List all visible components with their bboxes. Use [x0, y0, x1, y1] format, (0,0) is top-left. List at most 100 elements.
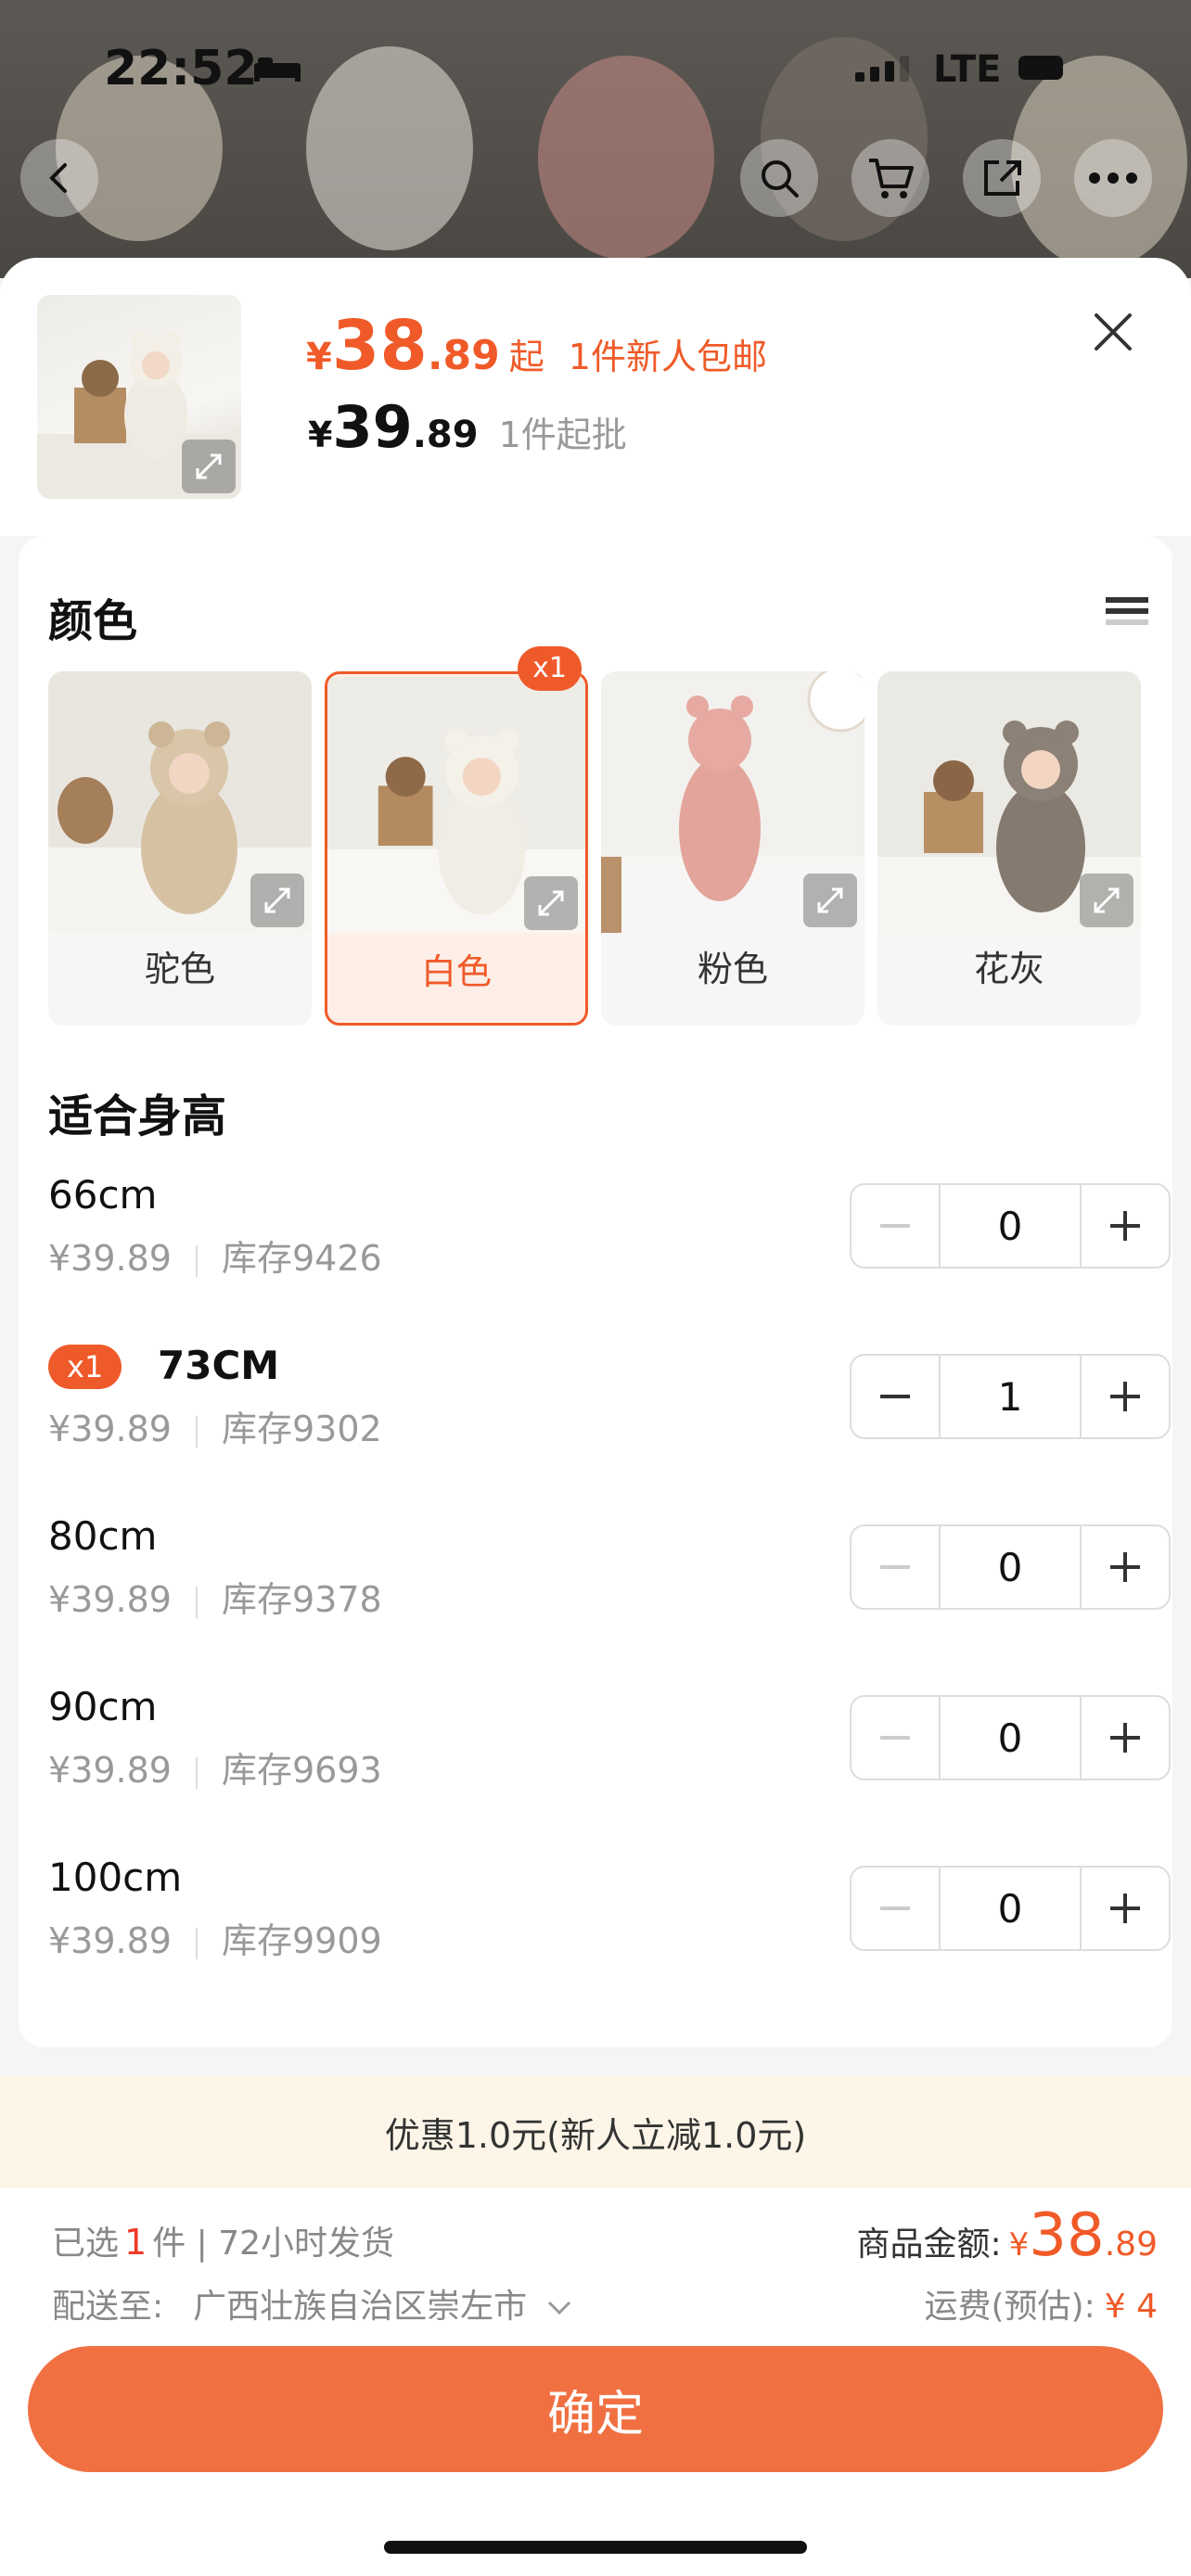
increment-button[interactable]: [1082, 1356, 1169, 1437]
decrement-button[interactable]: [852, 1697, 939, 1779]
status-time: 22:52: [104, 41, 258, 96]
expand-icon[interactable]: [1080, 874, 1133, 927]
signal-icon: [855, 56, 915, 82]
size-name: 66cm: [48, 1172, 158, 1218]
size-stock: 库存9909: [221, 1920, 382, 1961]
price-symbol: ¥: [306, 336, 332, 378]
list-view-icon[interactable]: [1104, 590, 1150, 636]
plus-icon: [1110, 1894, 1140, 1923]
color-option-label: 驼色: [144, 949, 215, 989]
quantity-value[interactable]: 0: [939, 1697, 1082, 1779]
size-price: ¥39.89: [48, 1920, 172, 1961]
size-meta: ¥39.89 库存9909: [48, 1912, 382, 1963]
size-row-66cm: 66cm ¥39.89 库存9426 0: [48, 1172, 1171, 1302]
size-row-73cm: x1 73CM ¥39.89 库存9302 1: [48, 1343, 1171, 1473]
quantity-value[interactable]: 0: [939, 1868, 1082, 1949]
close-icon[interactable]: [1085, 304, 1141, 360]
color-option-camel[interactable]: 驼色: [48, 671, 312, 1026]
share-icon: [984, 160, 1021, 196]
size-price: ¥39.89: [48, 1579, 172, 1620]
size-section-title: 适合身高: [48, 1090, 227, 1142]
amount-symbol: ¥: [1008, 2226, 1030, 2264]
plus-icon: [1110, 1552, 1140, 1582]
back-button[interactable]: [20, 139, 98, 217]
decrement-button[interactable]: [852, 1356, 939, 1437]
battery-icon: [1018, 56, 1063, 80]
minus-icon: [880, 1395, 910, 1398]
quantity-value[interactable]: 1: [939, 1356, 1082, 1437]
wholesale-int: 39: [332, 393, 413, 461]
selected-suffix: 件 | 72小时发货: [152, 2225, 395, 2263]
decrement-button[interactable]: [852, 1868, 939, 1949]
freight-summary: 运费(预估): ¥ 4: [925, 2279, 1159, 2327]
price-suffix: 起: [508, 337, 544, 377]
share-button[interactable]: [963, 139, 1041, 217]
sku-sheet: ¥38.89 起 1件新人包邮 ¥39.89 1件起批 颜色 驼色 白色 x1 …: [0, 258, 1191, 2576]
expand-icon[interactable]: [250, 874, 304, 927]
size-name: 73CM: [158, 1343, 280, 1388]
freight-label: 运费(预估):: [924, 2288, 1095, 2326]
network-label: LTE: [933, 48, 1002, 91]
size-stock: 库存9378: [221, 1579, 382, 1620]
size-meta: ¥39.89 库存9693: [48, 1741, 382, 1792]
color-option-white[interactable]: 白色 x1: [325, 646, 588, 1026]
color-option-gray[interactable]: 花灰: [877, 671, 1141, 1026]
search-button[interactable]: [740, 139, 818, 217]
color-option-label: 花灰: [973, 949, 1044, 989]
coupon-banner: 优惠1.0元(新人立减1.0元): [0, 2075, 1191, 2188]
size-row-90cm: 90cm ¥39.89 库存9693 0: [48, 1684, 1171, 1814]
size-stock: 库存9302: [221, 1409, 382, 1449]
increment-button[interactable]: [1082, 1697, 1169, 1779]
increment-button[interactable]: [1082, 1526, 1169, 1608]
wholesale-symbol: ¥: [308, 414, 333, 455]
wholesale-price: ¥39.89 1件起批: [308, 393, 627, 461]
sleep-icon: [254, 57, 301, 82]
increment-button[interactable]: [1082, 1868, 1169, 1949]
checkout-footer: 已选 1 件 | 72小时发货 配送至: 广西壮族自治区崇左市 商品金额: ¥38.89…: [0, 2188, 1191, 2576]
quantity-stepper: 0: [850, 1524, 1171, 1610]
selected-prefix: 已选: [52, 2225, 120, 2263]
size-name: 100cm: [48, 1855, 183, 1900]
color-option-pink[interactable]: 粉色: [601, 671, 864, 1026]
cart-icon: [869, 159, 914, 198]
size-price: ¥39.89: [48, 1238, 172, 1279]
options-card: 颜色 驼色 白色 x1 粉色 花灰 适合身高 66cm ¥39.89 库存942…: [19, 536, 1172, 2047]
cart-button[interactable]: [852, 139, 929, 217]
ship-to[interactable]: 配送至: 广西壮族自治区崇左市: [52, 2279, 573, 2327]
freight-value: ¥ 4: [1104, 2288, 1158, 2326]
ship-label: 配送至:: [52, 2288, 164, 2326]
product-thumbnail[interactable]: [37, 295, 241, 499]
chevron-down-icon: [547, 2301, 570, 2315]
minus-icon: [880, 1736, 910, 1740]
expand-icon[interactable]: [524, 876, 578, 930]
quantity-stepper: 1: [850, 1354, 1171, 1439]
size-row-80cm: 80cm ¥39.89 库存9378 0: [48, 1513, 1171, 1643]
increment-button[interactable]: [1082, 1185, 1169, 1267]
size-meta: ¥39.89 库存9302: [48, 1400, 382, 1451]
price-dec: .89: [427, 332, 500, 379]
quantity-value[interactable]: 0: [939, 1185, 1082, 1267]
home-indicator: [384, 2541, 807, 2554]
selected-count-badge: x1: [518, 646, 582, 691]
more-button[interactable]: [1074, 139, 1152, 217]
decrement-button[interactable]: [852, 1526, 939, 1608]
quantity-stepper: 0: [850, 1695, 1171, 1780]
minus-icon: [880, 1906, 910, 1910]
quantity-stepper: 0: [850, 1183, 1171, 1269]
expand-icon[interactable]: [803, 874, 857, 927]
size-stock: 库存9426: [221, 1238, 382, 1279]
more-dots-icon: [1089, 172, 1137, 184]
decrement-button[interactable]: [852, 1185, 939, 1267]
size-name: 90cm: [48, 1684, 158, 1729]
size-price: ¥39.89: [48, 1750, 172, 1791]
chevron-left-icon: [49, 163, 67, 193]
confirm-button[interactable]: 确定: [28, 2346, 1163, 2472]
minus-icon: [880, 1224, 910, 1228]
quantity-value[interactable]: 0: [939, 1526, 1082, 1608]
color-section-title: 颜色: [48, 595, 138, 647]
amount-dec: .89: [1104, 2225, 1158, 2264]
amount-int: 38: [1029, 2201, 1105, 2270]
color-option-label: 白色: [420, 951, 492, 992]
price-main: ¥38.89 起 1件新人包邮: [306, 306, 767, 386]
expand-icon[interactable]: [182, 440, 236, 493]
